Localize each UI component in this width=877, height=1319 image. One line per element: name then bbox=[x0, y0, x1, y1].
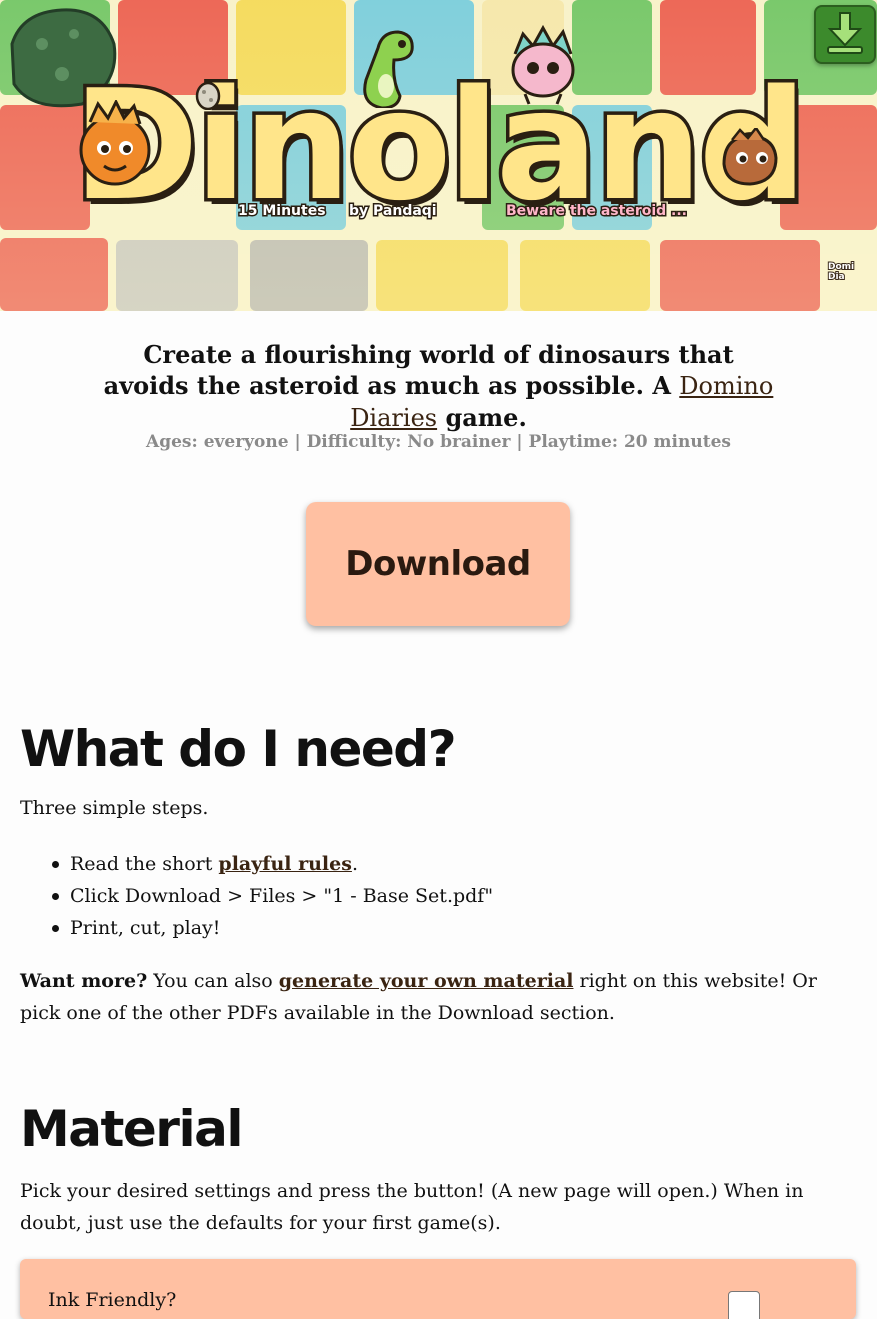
download-button[interactable]: Download bbox=[306, 502, 570, 626]
want-more-paragraph: Want more? You can also generate your ow… bbox=[20, 970, 817, 1024]
steps-lead: Three simple steps. bbox=[20, 797, 209, 819]
intro-text: Create a flourishing world of dinosaurs … bbox=[100, 339, 777, 434]
game-meta: Ages: everyone | Difficulty: No brainer … bbox=[146, 432, 731, 452]
banner-title: Dinoland bbox=[69, 54, 811, 238]
want-more-label: Want more? bbox=[20, 970, 148, 992]
what-do-i-need-heading: What do I need? bbox=[20, 720, 457, 778]
brown-dino-icon bbox=[722, 128, 778, 186]
tagline-duration: 15 Minutes bbox=[237, 202, 328, 221]
intro-text-end: game. bbox=[437, 403, 527, 432]
list-item: Print, cut, play! bbox=[20, 912, 860, 944]
playful-rules-link[interactable]: playful rules bbox=[218, 853, 352, 875]
download-arrow-icon bbox=[827, 12, 863, 54]
tagline-author: by Pandaqi bbox=[348, 202, 439, 221]
egg-icon bbox=[195, 81, 221, 110]
generate-material-link[interactable]: generate your own material bbox=[279, 970, 574, 992]
list-item: Read the short playful rules. bbox=[20, 848, 860, 880]
green-dino-icon bbox=[363, 30, 414, 108]
material-text: Pick your desired settings and press the… bbox=[20, 1180, 804, 1234]
pink-dino-icon bbox=[511, 24, 575, 105]
tagline-warning: Beware the asteroid ... bbox=[505, 202, 689, 221]
series-badge: Domi Dia bbox=[827, 261, 855, 283]
settings-panel: Ink Friendly? bbox=[20, 1259, 856, 1319]
download-corner-button[interactable] bbox=[814, 5, 876, 64]
ink-friendly-checkbox[interactable] bbox=[728, 1291, 760, 1319]
ink-friendly-label: Ink Friendly? bbox=[48, 1289, 177, 1311]
orange-dino-icon bbox=[79, 100, 151, 186]
header-banner: Dinoland 15 Minutes by Pandaqi Beware th… bbox=[0, 0, 877, 311]
intro-text-start: Create a flourishing world of dinosaurs … bbox=[103, 340, 734, 400]
material-heading: Material bbox=[20, 1100, 243, 1158]
list-item: Click Download > Files > "1 - Base Set.p… bbox=[20, 880, 860, 912]
steps-list: Read the short playful rules. Click Down… bbox=[20, 848, 860, 944]
